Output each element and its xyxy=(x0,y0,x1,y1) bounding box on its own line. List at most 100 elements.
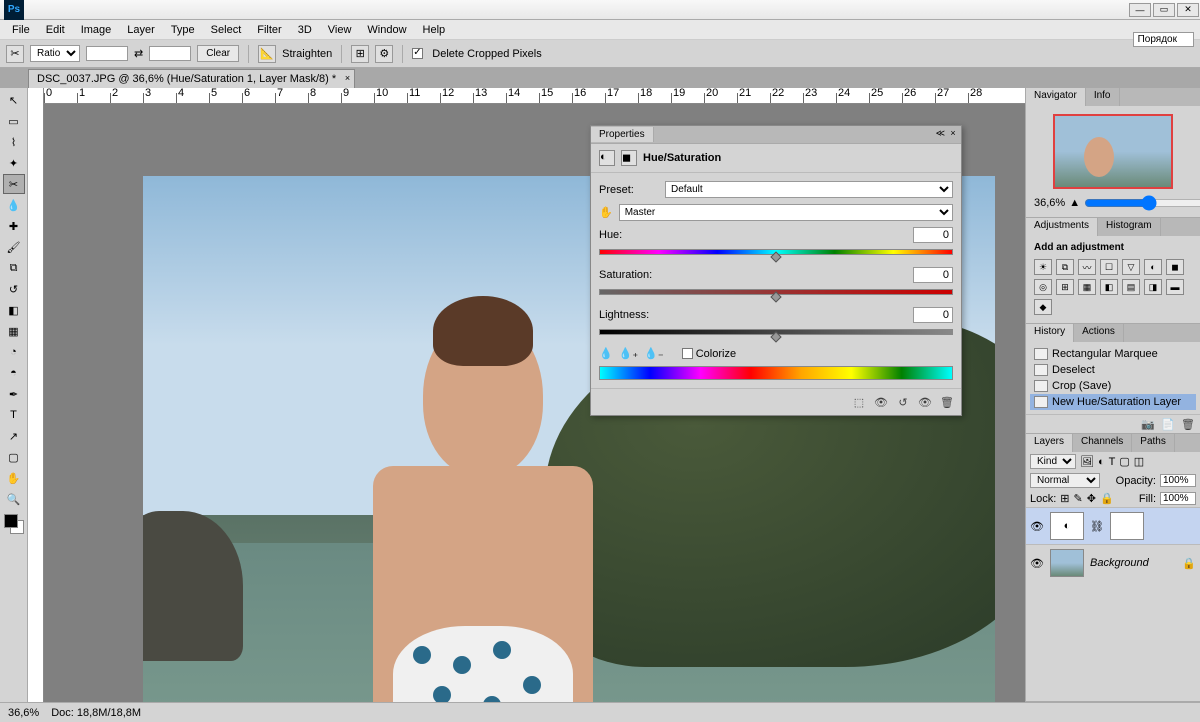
history-snapshot-icon[interactable]: 📷 xyxy=(1140,417,1156,431)
history-new-icon[interactable]: 📄 xyxy=(1160,417,1176,431)
close-button[interactable]: ✕ xyxy=(1177,3,1199,17)
menu-image[interactable]: Image xyxy=(73,22,120,38)
brush-tool[interactable]: 🖌 xyxy=(3,237,25,257)
layer-background[interactable]: 👁Background🔒 xyxy=(1026,544,1200,581)
adjustment-thumb[interactable]: ◐ xyxy=(1050,512,1084,540)
navigator-thumbnail[interactable] xyxy=(1053,114,1173,189)
gradient-map-icon[interactable]: ▬ xyxy=(1166,279,1184,295)
eraser-tool[interactable]: ◧ xyxy=(3,300,25,320)
histogram-tab[interactable]: Histogram xyxy=(1098,218,1161,236)
menu-help[interactable]: Help xyxy=(415,22,454,38)
eyedropper-sub-icon[interactable]: 💧₋ xyxy=(644,347,664,360)
healing-tool[interactable]: ✚ xyxy=(3,216,25,236)
lock-position-icon[interactable]: ✎ xyxy=(1074,492,1083,505)
eyedropper-add-icon[interactable]: 💧₊ xyxy=(619,347,639,360)
colorize-checkbox[interactable] xyxy=(682,348,693,359)
status-zoom[interactable]: 36,6% xyxy=(8,707,39,719)
lightness-slider[interactable] xyxy=(599,329,953,339)
saturation-slider[interactable] xyxy=(599,289,953,299)
mask-icon[interactable]: ◼ xyxy=(621,150,637,166)
pen-tool[interactable]: ✒ xyxy=(3,384,25,404)
visibility-icon[interactable]: 👁 xyxy=(1030,556,1044,570)
preset-select[interactable]: Default xyxy=(665,181,953,198)
menu-3d[interactable]: 3D xyxy=(290,22,320,38)
ruler-horizontal[interactable]: 0123456789101112131415161718192021222324… xyxy=(44,88,1025,104)
path-tool[interactable]: ↗ xyxy=(3,426,25,446)
properties-tab[interactable]: Properties xyxy=(591,127,654,142)
menu-select[interactable]: Select xyxy=(203,22,250,38)
dodge-tool[interactable]: ◓ xyxy=(3,363,25,383)
marquee-tool[interactable]: ▭ xyxy=(3,111,25,131)
type-tool[interactable]: T xyxy=(3,405,25,425)
zoom-tool[interactable]: 🔍 xyxy=(3,489,25,509)
menu-window[interactable]: Window xyxy=(359,22,414,38)
menu-edit[interactable]: Edit xyxy=(38,22,73,38)
zoom-out-icon[interactable]: ▲ xyxy=(1069,197,1080,209)
paths-tab[interactable]: Paths xyxy=(1132,434,1175,452)
lightness-value[interactable]: 0 xyxy=(913,307,953,323)
history-item[interactable]: Crop (Save) xyxy=(1030,378,1196,394)
width-input[interactable] xyxy=(86,46,128,61)
clip-icon[interactable]: ⬚ xyxy=(851,395,867,409)
saturation-value[interactable]: 0 xyxy=(913,267,953,283)
maximize-button[interactable]: ▭ xyxy=(1153,3,1175,17)
layer-hue-saturation[interactable]: 👁◐⛓ xyxy=(1026,507,1200,544)
straighten-icon[interactable]: 📐 xyxy=(258,45,276,63)
hue-value[interactable]: 0 xyxy=(913,227,953,243)
opacity-input[interactable] xyxy=(1160,474,1196,487)
color-swatches[interactable] xyxy=(4,514,24,534)
vibrance-icon[interactable]: ▽ xyxy=(1122,259,1140,275)
grid-icon[interactable]: ⊞ xyxy=(351,45,369,63)
channel-mixer-icon[interactable]: ⊞ xyxy=(1056,279,1074,295)
visibility-icon[interactable]: 👁 xyxy=(1030,519,1044,533)
history-item[interactable]: New Hue/Saturation Layer xyxy=(1030,394,1196,410)
hue-sat-icon[interactable]: ◐ xyxy=(1144,259,1162,275)
straighten-label[interactable]: Straighten xyxy=(282,48,332,60)
history-item[interactable]: Rectangular Marquee xyxy=(1030,346,1196,362)
selective-color-icon[interactable]: ◆ xyxy=(1034,299,1052,315)
previous-icon[interactable]: 👁 xyxy=(873,395,889,409)
properties-panel[interactable]: Properties≪× ◐◼Hue/Saturation Preset:Def… xyxy=(590,125,962,416)
history-item[interactable]: Deselect xyxy=(1030,362,1196,378)
panel-close-icon[interactable]: × xyxy=(947,128,959,140)
channel-select[interactable]: Master xyxy=(619,204,953,221)
status-doc[interactable]: Doc: 18,8M/18,8M xyxy=(51,707,141,719)
menu-filter[interactable]: Filter xyxy=(249,22,289,38)
layer-thumb[interactable] xyxy=(1050,549,1084,577)
layers-tab[interactable]: Layers xyxy=(1026,434,1073,452)
height-input[interactable] xyxy=(149,46,191,61)
exposure-icon[interactable]: ☐ xyxy=(1100,259,1118,275)
reset-icon[interactable]: ↺ xyxy=(895,395,911,409)
lock-move-icon[interactable]: ✥ xyxy=(1087,492,1096,505)
menu-file[interactable]: File xyxy=(4,22,38,38)
shape-tool[interactable]: ▢ xyxy=(3,447,25,467)
hand-tool[interactable]: ✋ xyxy=(3,468,25,488)
menu-view[interactable]: View xyxy=(320,22,360,38)
hue-slider[interactable] xyxy=(599,249,953,259)
channels-tab[interactable]: Channels xyxy=(1073,434,1132,452)
crop-tool[interactable]: ✂ xyxy=(3,174,25,194)
curves-icon[interactable]: 〰 xyxy=(1078,259,1096,275)
posterize-icon[interactable]: ▤ xyxy=(1122,279,1140,295)
levels-icon[interactable]: ⧉ xyxy=(1056,259,1074,275)
ruler-vertical[interactable] xyxy=(28,88,44,702)
gradient-tool[interactable]: ▦ xyxy=(3,321,25,341)
move-tool[interactable]: ↖ xyxy=(3,90,25,110)
clear-button[interactable]: Clear xyxy=(197,45,239,62)
layer-filter-select[interactable]: Kind xyxy=(1030,454,1076,469)
navigator-zoom-slider[interactable] xyxy=(1084,195,1200,211)
gear-icon[interactable]: ⚙ xyxy=(375,45,393,63)
lock-pixels-icon[interactable]: ⊞ xyxy=(1060,492,1069,505)
adjustment-type-icon[interactable]: ◐ xyxy=(599,150,615,166)
close-tab-icon[interactable]: × xyxy=(345,73,350,83)
document-tab[interactable]: DSC_0037.JPG @ 36,6% (Hue/Saturation 1, … xyxy=(28,69,355,88)
actions-tab[interactable]: Actions xyxy=(1074,324,1124,342)
threshold-icon[interactable]: ◨ xyxy=(1144,279,1162,295)
fill-input[interactable] xyxy=(1160,492,1196,505)
navigator-tab[interactable]: Navigator xyxy=(1026,88,1086,106)
collapse-icon[interactable]: ≪ xyxy=(936,128,945,139)
workspace-select[interactable]: Порядок xyxy=(1133,32,1194,47)
eyedropper-icon[interactable]: 💧 xyxy=(599,347,613,360)
delete-cropped-checkbox[interactable] xyxy=(412,48,423,59)
lasso-tool[interactable]: ⌇ xyxy=(3,132,25,152)
